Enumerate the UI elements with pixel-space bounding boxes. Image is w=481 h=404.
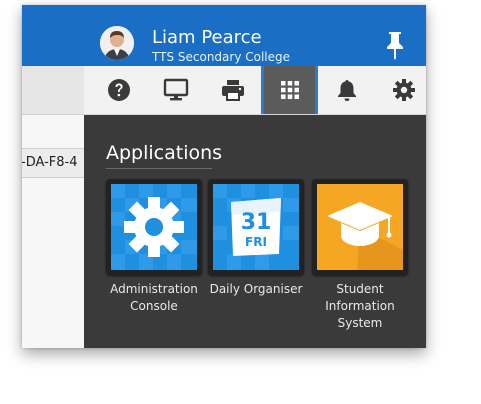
settings-button[interactable] [375, 66, 426, 114]
gear-icon [392, 79, 415, 101]
bell-icon [337, 80, 356, 101]
display-button[interactable] [147, 66, 204, 114]
app-tile[interactable] [106, 179, 202, 275]
apps-grid-icon [280, 81, 299, 99]
app-daily-organiser[interactable]: 31 FRI Daily Organiser [208, 179, 304, 298]
notifications-button[interactable] [318, 66, 375, 114]
gear-tile-icon [111, 184, 197, 270]
applications-heading: Applications [106, 142, 223, 164]
screenshot-frame: -DA-F8-4 Liam Pearce TTS Secondary Colle… [22, 5, 426, 348]
calendar-day: 31 [241, 210, 272, 235]
help-icon [107, 79, 130, 101]
user-header: Liam Pearce TTS Secondary College [84, 5, 426, 66]
user-name: Liam Pearce [152, 27, 262, 48]
heading-divider [106, 168, 212, 169]
app-student-information-system[interactable]: Student Information System [312, 179, 408, 332]
background-cell: -DA-F8-4 [22, 148, 90, 178]
calendar-tile-icon: 31 FRI [213, 184, 299, 270]
background-header [22, 5, 84, 66]
pin-icon[interactable] [382, 30, 408, 60]
toolbar [84, 66, 426, 115]
school-name: TTS Secondary College [152, 50, 291, 64]
background-toolbar [22, 66, 84, 115]
calendar-weekday: FRI [245, 235, 267, 249]
app-administration-console[interactable]: Administration Console [106, 179, 202, 315]
app-tile[interactable]: 31 FRI [208, 179, 304, 275]
background-cell-text: -DA-F8-4 [22, 155, 78, 170]
help-button[interactable] [90, 66, 147, 114]
monitor-icon [163, 78, 188, 101]
printer-icon [221, 80, 244, 101]
apps-button[interactable] [261, 66, 318, 114]
app-label: Daily Organiser [209, 282, 303, 296]
print-button[interactable] [204, 66, 261, 114]
app-launcher-panel: Liam Pearce TTS Secondary College Applic… [84, 5, 426, 348]
graduation-cap-tile-icon [317, 184, 403, 270]
app-tile[interactable] [312, 179, 408, 275]
app-label: Student Information System [325, 282, 395, 330]
avatar[interactable] [100, 26, 134, 60]
app-label: Administration Console [110, 282, 198, 313]
